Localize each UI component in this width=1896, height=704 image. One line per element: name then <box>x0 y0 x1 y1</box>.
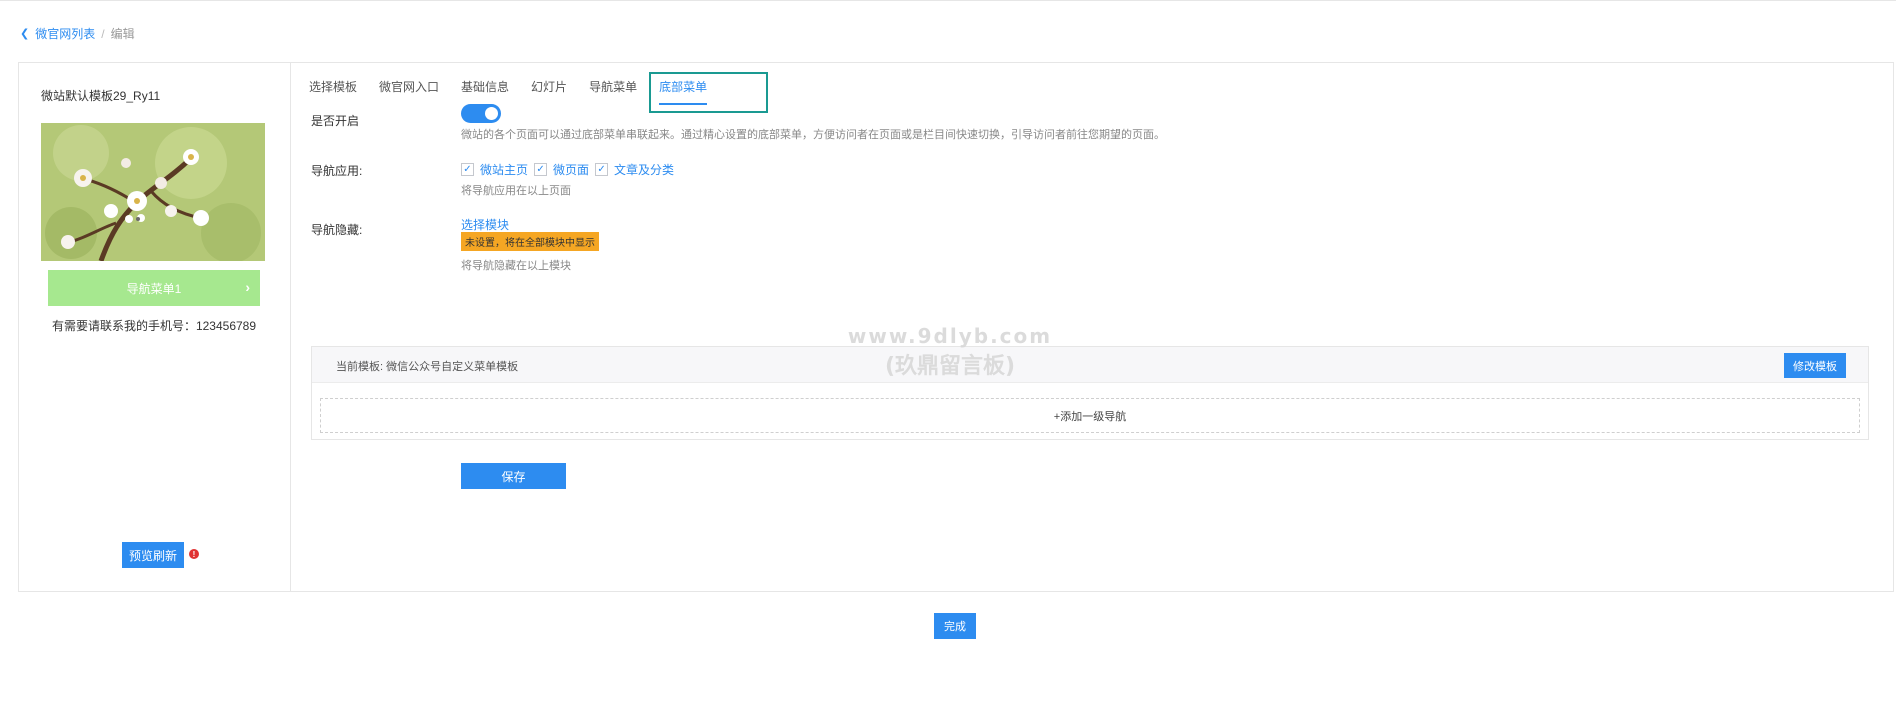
preview-column: 微站默认模板29_Ry11 导航菜单1 › 有需要请联系我的手机号：123456… <box>19 63 291 591</box>
preview-image <box>41 123 265 261</box>
unset-badge: 未设置，将在全部模块中显示 <box>461 232 599 251</box>
warning-icon[interactable]: ! <box>189 549 199 559</box>
active-tab-highlight <box>649 72 768 113</box>
enable-toggle[interactable] <box>461 104 501 123</box>
tab-select-template[interactable]: 选择模板 <box>309 79 357 105</box>
phone-text: 有需要请联系我的手机号：123456789 <box>51 319 257 333</box>
tab-basic-info[interactable]: 基础信息 <box>461 79 509 105</box>
nav-hide-badge-wrap: 未设置，将在全部模块中显示 <box>461 232 599 251</box>
select-module-link[interactable]: 选择模块 <box>461 216 509 233</box>
current-template-label: 当前模板: 微信公众号自定义菜单模板 <box>336 361 519 373</box>
done-button[interactable]: 完成 <box>934 613 976 639</box>
option-micro-page-label: 微页面 <box>553 163 590 177</box>
tab-slideshow[interactable]: 幻灯片 <box>531 79 567 105</box>
nav-apply-options: ✓ 微站主页 ✓ 微页面 ✓ 文章及分类 <box>461 161 674 178</box>
enable-description: 微站的各个页面可以通过底部菜单串联起来。通过精心设置的底部菜单，方便访问者在页面… <box>461 129 1165 141</box>
magnolia-painting <box>41 123 265 261</box>
watermark-name: (玖鼎留言板) <box>884 354 1016 379</box>
checkbox-micro-page[interactable]: ✓ <box>534 163 548 176</box>
breadcrumb-current: 编辑 <box>110 27 135 41</box>
nav-hide-hint: 将导航隐藏在以上模块 <box>461 260 571 272</box>
option-articles[interactable]: ✓ 文章及分类 <box>595 161 674 178</box>
breadcrumb-separator: / <box>101 26 105 41</box>
option-articles-label: 文章及分类 <box>614 163 675 177</box>
breadcrumb: ❮ 微官网列表 / 编辑 <box>20 25 135 42</box>
nav-bar-label: 导航菜单1 <box>126 281 182 296</box>
option-site-home[interactable]: ✓ 微站主页 <box>461 161 528 178</box>
option-micro-page[interactable]: ✓ 微页面 <box>534 161 589 178</box>
checkbox-articles[interactable]: ✓ <box>595 163 609 176</box>
enable-label: 是否开启 <box>311 114 360 128</box>
preview-refresh-button[interactable]: 预览刷新 <box>122 542 184 568</box>
template-box-header: 当前模板: 微信公众号自定义菜单模板 修改模板 <box>312 347 1868 383</box>
edit-template-button[interactable]: 修改模板 <box>1784 353 1846 378</box>
tab-site-entry[interactable]: 微官网入口 <box>379 79 439 105</box>
watermark-url: www.9dlyb.com <box>847 324 1053 348</box>
nav-apply-hint: 将导航应用在以上页面 <box>461 185 571 197</box>
nav-hide-label: 导航隐藏: <box>311 223 363 237</box>
template-box: 当前模板: 微信公众号自定义菜单模板 修改模板 +添加一级导航 <box>311 346 1869 440</box>
breadcrumb-parent-link[interactable]: 微官网列表 <box>35 25 95 42</box>
option-site-home-label: 微站主页 <box>480 163 529 177</box>
template-name: 微站默认模板29_Ry11 <box>41 89 161 103</box>
save-button[interactable]: 保存 <box>461 463 566 489</box>
chevron-left-icon[interactable]: ❮ <box>20 27 29 40</box>
toggle-knob <box>485 107 498 120</box>
add-primary-nav-button[interactable]: +添加一级导航 <box>320 398 1860 433</box>
chevron-right-icon: › <box>245 279 250 295</box>
tab-nav-menu[interactable]: 导航菜单 <box>589 79 637 105</box>
nav-bar-preview[interactable]: 导航菜单1 › <box>48 270 260 306</box>
enable-toggle-wrap <box>461 104 501 123</box>
checkbox-site-home[interactable]: ✓ <box>461 163 474 176</box>
top-divider <box>0 0 1896 1</box>
nav-apply-label: 导航应用: <box>311 164 363 178</box>
watermark: www.9dlyb.com (玖鼎留言板) <box>820 324 1080 380</box>
